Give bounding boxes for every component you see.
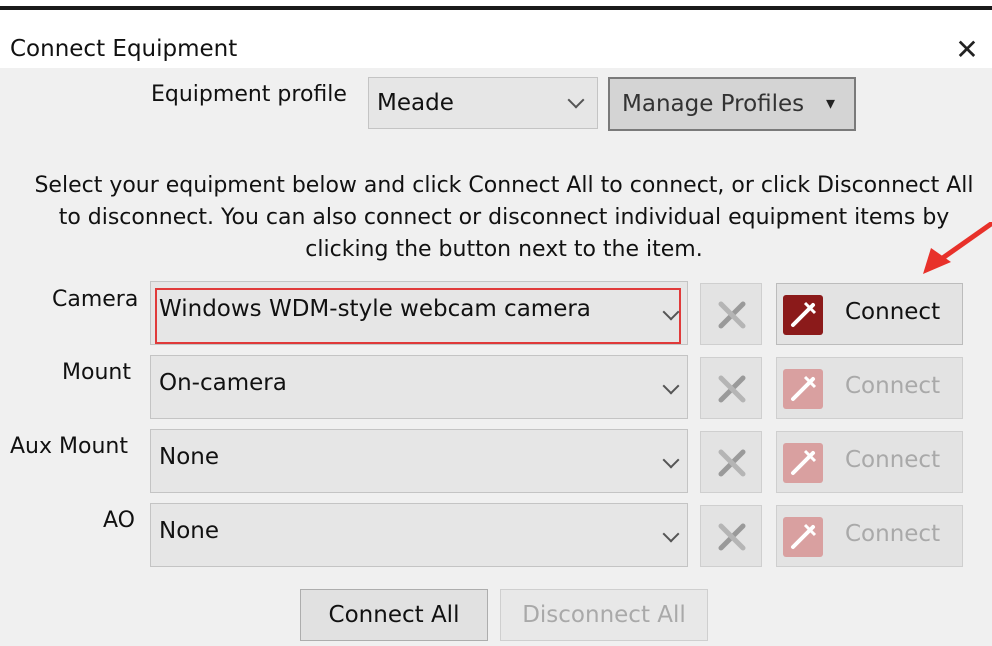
manage-profiles-label: Manage Profiles [622, 91, 805, 117]
wrench-screwdriver-icon [718, 301, 746, 329]
aux-mount-connect-button[interactable]: Connect [776, 431, 963, 493]
aux-mount-settings-button[interactable] [700, 431, 762, 493]
camera-connect-label: Connect [845, 299, 941, 325]
mount-value: On-camera [159, 370, 287, 396]
plug-icon [783, 443, 823, 483]
ao-dropdown[interactable]: None [150, 503, 688, 567]
instructions-text: Select your equipment below and click Co… [34, 173, 974, 262]
mount-connect-button[interactable]: Connect [776, 357, 963, 419]
chevron-down-icon [662, 377, 680, 395]
equipment-profile-label: Equipment profile [151, 82, 347, 107]
chevron-down-icon [662, 451, 680, 469]
connect-all-button[interactable]: Connect All [300, 589, 488, 641]
wrench-screwdriver-icon [718, 523, 746, 551]
equipment-profile-dropdown[interactable]: Meade [368, 77, 598, 129]
camera-dropdown[interactable]: Windows WDM-style webcam camera [150, 281, 688, 345]
wrench-screwdriver-icon [718, 375, 746, 403]
aux-mount-dropdown[interactable]: None [150, 429, 688, 493]
plug-icon [783, 369, 823, 409]
mount-dropdown[interactable]: On-camera [150, 355, 688, 419]
aux-mount-value: None [159, 444, 220, 470]
camera-settings-button[interactable] [700, 283, 762, 345]
mount-settings-button[interactable] [700, 357, 762, 419]
mount-connect-label: Connect [845, 373, 941, 399]
aux-mount-connect-label: Connect [845, 447, 941, 473]
camera-label: Camera [52, 287, 139, 312]
chevron-down-icon [662, 525, 680, 543]
wrench-screwdriver-icon [718, 449, 746, 477]
mount-label: Mount [62, 360, 131, 385]
plug-icon [783, 295, 823, 335]
camera-value: Windows WDM-style webcam camera [159, 296, 591, 322]
ao-connect-button[interactable]: Connect [776, 505, 963, 567]
title-bar: Connect Equipment ✕ [0, 10, 992, 68]
dropdown-arrow-icon: ▾ [826, 93, 836, 114]
disconnect-all-button[interactable]: Disconnect All [500, 589, 708, 641]
close-icon[interactable]: ✕ [942, 28, 992, 72]
annotation-arrow-icon [923, 222, 992, 274]
ao-connect-label: Connect [845, 521, 941, 547]
chevron-down-icon [567, 91, 585, 109]
camera-connect-button[interactable]: Connect [776, 283, 963, 345]
ao-label: AO [103, 508, 135, 533]
window-title: Connect Equipment [10, 36, 238, 62]
plug-icon [783, 517, 823, 557]
equipment-profile-value: Meade [377, 90, 454, 116]
aux-mount-label: Aux Mount [10, 434, 128, 459]
ao-value: None [159, 518, 220, 544]
ao-settings-button[interactable] [700, 505, 762, 567]
manage-profiles-button[interactable]: Manage Profiles ▾ [608, 77, 856, 131]
